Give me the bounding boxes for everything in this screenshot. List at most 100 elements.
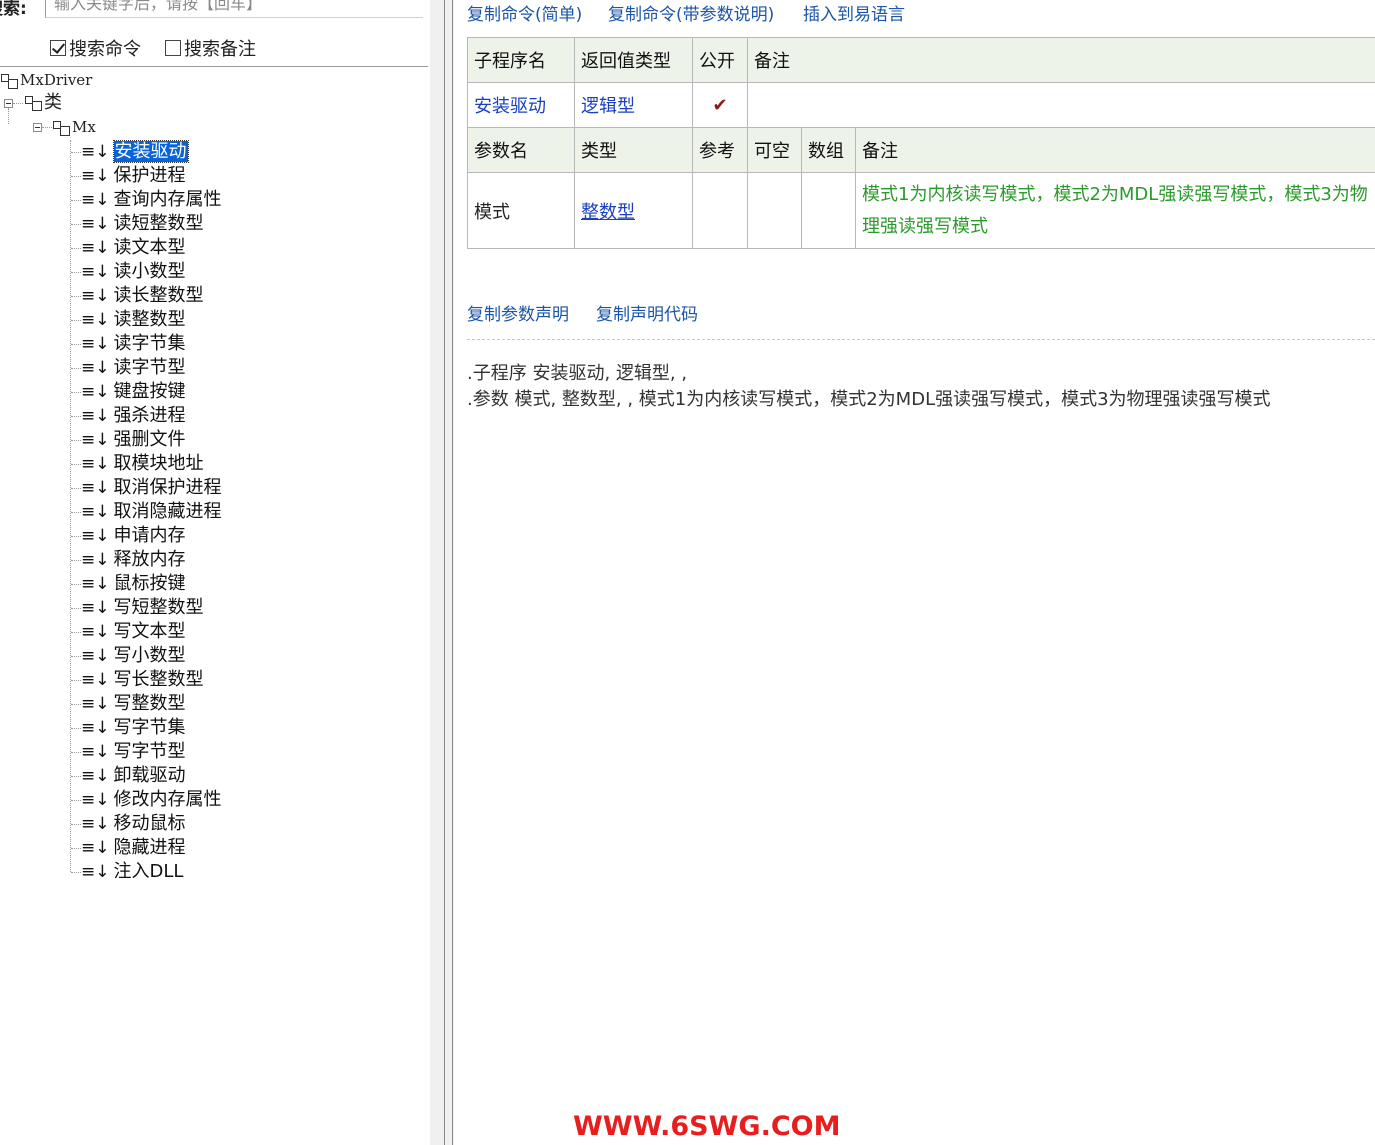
tree-item[interactable]: ≡↓ 读字节集 bbox=[81, 332, 186, 356]
tree-connector bbox=[71, 872, 81, 873]
tree-item-label: 读小数型 bbox=[113, 261, 186, 282]
header-return-type: 返回值类型 bbox=[574, 37, 693, 83]
tree-connector bbox=[42, 127, 52, 128]
category-icon bbox=[24, 95, 42, 111]
tree-item[interactable]: ≡↓ 修改内存属性 bbox=[81, 788, 222, 812]
tree-connector bbox=[71, 464, 81, 465]
tree-item[interactable]: ≡↓ 隐藏进程 bbox=[81, 836, 186, 860]
class-icon bbox=[52, 120, 70, 136]
tree-item-label: 读短整数型 bbox=[113, 213, 204, 234]
tree-item[interactable]: ≡↓ 读长整数型 bbox=[81, 284, 204, 308]
search-commands-checkbox[interactable]: 搜索命令 bbox=[50, 35, 141, 61]
tree-item[interactable]: ≡↓ 强杀进程 bbox=[81, 404, 186, 428]
splitter-line bbox=[444, 0, 445, 1145]
checkbox-checked-icon[interactable] bbox=[50, 40, 66, 56]
method-icon: ≡↓ bbox=[81, 358, 110, 378]
tree-item[interactable]: ≡↓ 取消保护进程 bbox=[81, 476, 222, 500]
tree-item-label: 修改内存属性 bbox=[113, 789, 222, 810]
library-icon bbox=[0, 73, 18, 89]
dashed-divider bbox=[467, 339, 1375, 340]
tree-item[interactable]: ≡↓ 写长整数型 bbox=[81, 668, 204, 692]
tree-item[interactable]: ≡↓ 强删文件 bbox=[81, 428, 186, 452]
tree-item[interactable]: ≡↓ 写文本型 bbox=[81, 620, 186, 644]
tree-item[interactable]: ≡↓ 写整数型 bbox=[81, 692, 186, 716]
tree-item-label: 保护进程 bbox=[113, 165, 186, 186]
method-icon: ≡↓ bbox=[81, 142, 110, 162]
param-header-row: 参数名 类型 参考 可空 数组 备注 bbox=[467, 127, 1375, 173]
tree-item[interactable]: ≡↓ 鼠标按键 bbox=[81, 572, 186, 596]
param-note-cell: 模式1为内核读写模式，模式2为MDL强读强写模式，模式3为物理强读强写模式 bbox=[855, 172, 1375, 249]
tree-class[interactable]: Mx bbox=[52, 115, 96, 139]
tree-item[interactable]: ≡↓ 取模块地址 bbox=[81, 452, 204, 476]
subroutine-info-table: 子程序名 返回值类型 公开 备注 安装驱动 逻辑型 ✔ 参数名 类型 参考 可空… bbox=[467, 37, 1375, 249]
method-icon: ≡↓ bbox=[81, 574, 110, 594]
tree-item[interactable]: ≡↓ 写短整数型 bbox=[81, 596, 204, 620]
header-note: 备注 bbox=[747, 37, 1375, 83]
tree-item[interactable]: ≡↓ 取消隐藏进程 bbox=[81, 500, 222, 524]
param-type-link[interactable]: 整数型 bbox=[574, 172, 693, 249]
return-type-link[interactable]: 逻辑型 bbox=[574, 82, 693, 128]
tree-item-label: 取消保护进程 bbox=[113, 477, 222, 498]
header-public: 公开 bbox=[692, 37, 748, 83]
tree-root[interactable]: MxDriver bbox=[0, 68, 92, 92]
insert-to-eyuyan-link[interactable]: 插入到易语言 bbox=[803, 0, 905, 25]
tree-item[interactable]: ≡↓ 安装驱动 bbox=[81, 140, 189, 164]
method-icon: ≡↓ bbox=[81, 430, 110, 450]
method-icon: ≡↓ bbox=[81, 718, 110, 738]
tree-item-label: 安装驱动 bbox=[112, 140, 189, 163]
tree-item[interactable]: ≡↓ 查询内存属性 bbox=[81, 188, 222, 212]
method-icon: ≡↓ bbox=[81, 814, 110, 834]
tree-connector bbox=[71, 248, 81, 249]
search-row: 搜索: bbox=[0, 0, 430, 22]
tree-connector bbox=[71, 176, 81, 177]
collapse-icon[interactable] bbox=[33, 123, 42, 132]
tree-item[interactable]: ≡↓ 读短整数型 bbox=[81, 212, 204, 236]
tree-connector bbox=[71, 344, 81, 345]
method-icon: ≡↓ bbox=[81, 742, 110, 762]
search-label: 搜索: bbox=[0, 0, 27, 19]
method-icon: ≡↓ bbox=[81, 670, 110, 690]
tree-item[interactable]: ≡↓ 卸载驱动 bbox=[81, 764, 186, 788]
copy-command-simple-link[interactable]: 复制命令(简单) bbox=[467, 0, 582, 25]
tree-connector bbox=[71, 584, 81, 585]
copy-declaration-code-link[interactable]: 复制声明代码 bbox=[596, 300, 698, 325]
tree-item[interactable]: ≡↓ 读整数型 bbox=[81, 308, 186, 332]
tree-item[interactable]: ≡↓ 写小数型 bbox=[81, 644, 186, 668]
tree-connector bbox=[71, 848, 81, 849]
tree-item[interactable]: ≡↓ 移动鼠标 bbox=[81, 812, 186, 836]
subroutine-name-cell: 安装驱动 bbox=[467, 82, 575, 128]
tree-item[interactable]: ≡↓ 注入DLL bbox=[81, 860, 183, 884]
tree-item[interactable]: ≡↓ 键盘按键 bbox=[81, 380, 186, 404]
pane-splitter[interactable] bbox=[430, 0, 454, 1145]
method-icon: ≡↓ bbox=[81, 526, 110, 546]
tree-item[interactable]: ≡↓ 保护进程 bbox=[81, 164, 186, 188]
method-icon: ≡↓ bbox=[81, 646, 110, 666]
checkbox-unchecked-icon[interactable] bbox=[165, 40, 181, 56]
tree-connector bbox=[71, 416, 81, 417]
tree-connector bbox=[13, 103, 23, 104]
copy-command-with-params-link[interactable]: 复制命令(带参数说明) bbox=[608, 0, 774, 25]
search-notes-checkbox[interactable]: 搜索备注 bbox=[165, 35, 256, 61]
tree-item[interactable]: ≡↓ 读小数型 bbox=[81, 260, 186, 284]
tree-category[interactable]: 类 bbox=[24, 91, 62, 115]
search-input[interactable] bbox=[45, 0, 423, 18]
tree-connector bbox=[71, 272, 81, 273]
tree-connector bbox=[71, 680, 81, 681]
tree-connector bbox=[71, 320, 81, 321]
tree-item-label: 读文本型 bbox=[113, 237, 186, 258]
tree-connector bbox=[71, 152, 81, 153]
collapse-icon[interactable] bbox=[4, 99, 13, 108]
tree-item[interactable]: ≡↓ 写字节集 bbox=[81, 716, 186, 740]
tree-connector bbox=[70, 140, 71, 872]
header-param-type: 类型 bbox=[574, 127, 693, 173]
tree-connector bbox=[71, 224, 81, 225]
tree-item[interactable]: ≡↓ 释放内存 bbox=[81, 548, 186, 572]
tree-item[interactable]: ≡↓ 读文本型 bbox=[81, 236, 186, 260]
tree-item[interactable]: ≡↓ 写字节型 bbox=[81, 740, 186, 764]
tree-item-label: 取模块地址 bbox=[113, 453, 204, 474]
copy-param-declaration-link[interactable]: 复制参数声明 bbox=[467, 300, 569, 325]
tree-connector bbox=[71, 608, 81, 609]
tree-connector bbox=[71, 632, 81, 633]
tree-item[interactable]: ≡↓ 读字节型 bbox=[81, 356, 186, 380]
tree-item[interactable]: ≡↓ 申请内存 bbox=[81, 524, 186, 548]
